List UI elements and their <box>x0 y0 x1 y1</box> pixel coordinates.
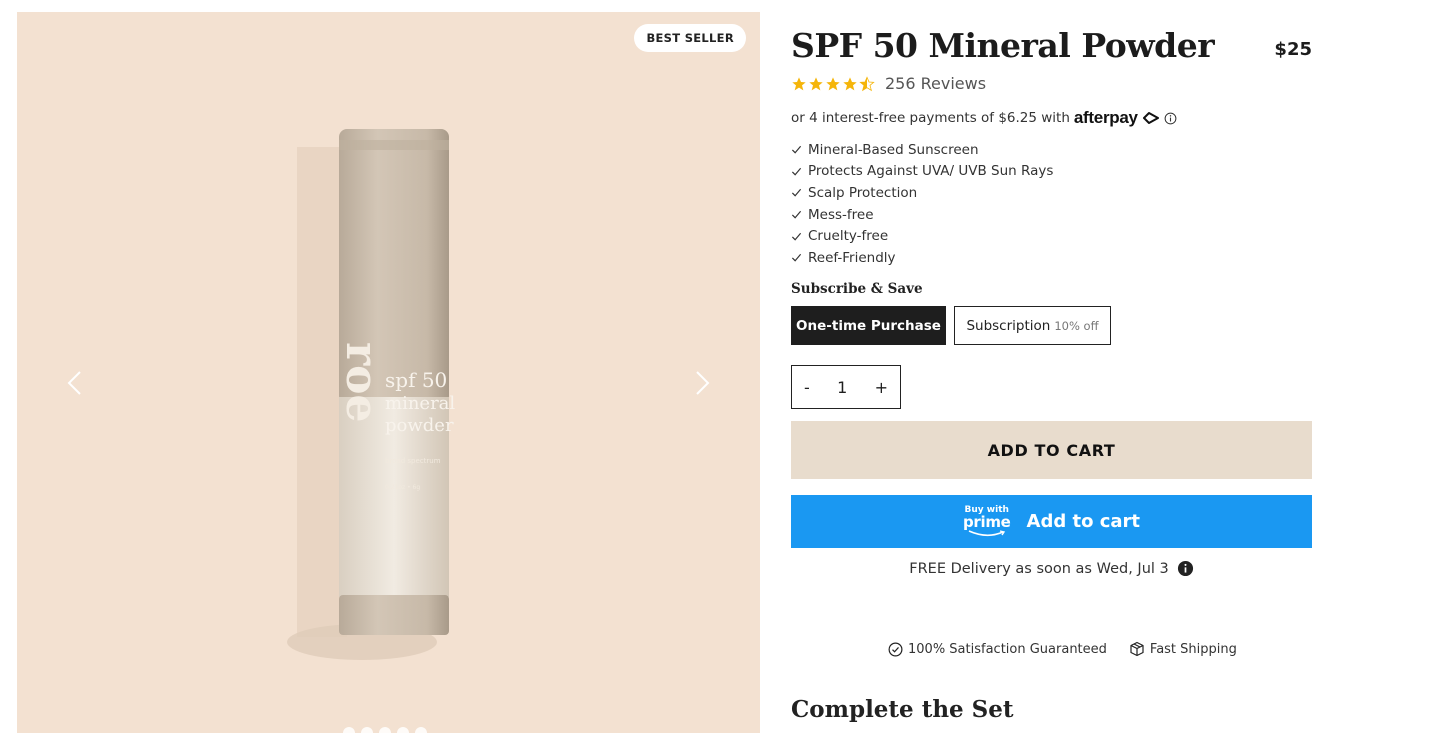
star-icon <box>809 76 823 90</box>
quantity-stepper: - 1 + <box>791 365 901 409</box>
satisfaction-guarantee: 100% Satisfaction Guaranteed <box>888 641 1107 657</box>
satisfaction-text: 100% Satisfaction Guaranteed <box>908 641 1107 657</box>
product-gallery: BEST SELLER roe spf 50 mineral powder br… <box>17 12 760 733</box>
chevron-right-icon[interactable] <box>687 368 717 398</box>
check-icon <box>791 146 802 154</box>
reviews-link[interactable]: 256 Reviews <box>885 74 986 93</box>
shipping-text: Fast Shipping <box>1149 641 1237 657</box>
feature-item: Reef-Friendly <box>791 247 1053 269</box>
carousel-dot[interactable] <box>379 727 391 733</box>
quantity-decrease-button[interactable]: - <box>804 378 810 397</box>
feature-label: Scalp Protection <box>808 184 918 201</box>
delivery-text: FREE Delivery as soon as Wed, Jul 3 <box>909 560 1169 577</box>
check-icon <box>791 189 802 198</box>
tube-line-5: 0.21oz • 6g <box>385 484 420 491</box>
one-time-purchase-option[interactable]: One-time Purchase <box>791 306 946 345</box>
afterpay-line: or 4 interest-free payments of $6.25 wit… <box>791 108 1177 128</box>
subscribe-label: Subscribe & Save <box>791 281 923 297</box>
delivery-estimate: FREE Delivery as soon as Wed, Jul 3 <box>791 560 1312 577</box>
prime-add-to-cart-label: Add to cart <box>1026 511 1141 532</box>
feature-item: Scalp Protection <box>791 182 1053 204</box>
check-icon <box>791 232 802 241</box>
star-icon <box>792 76 806 90</box>
check-icon <box>791 254 802 262</box>
feature-item: Mineral-Based Sunscreen <box>791 139 1053 161</box>
tube-line-3: powder <box>385 415 454 436</box>
quantity-increase-button[interactable]: + <box>875 378 888 397</box>
feature-item: Cruelty-free <box>791 225 1053 247</box>
feature-label: Mess-free <box>808 206 874 223</box>
product-title: SPF 50 Mineral Powder <box>791 26 1215 65</box>
one-time-label: One-time Purchase <box>796 317 941 334</box>
carousel-dots <box>343 727 427 733</box>
subscription-discount: 10% off <box>1054 318 1099 333</box>
carousel-dot[interactable] <box>397 727 409 733</box>
product-image: roe spf 50 mineral powder broad spectrum… <box>287 129 455 660</box>
feature-label: Mineral-Based Sunscreen <box>808 141 979 158</box>
carousel-dot[interactable] <box>361 727 373 733</box>
feature-list: Mineral-Based Sunscreen Protects Against… <box>791 139 1053 269</box>
star-rating <box>791 75 875 92</box>
afterpay-logo: afterpay <box>1073 108 1138 127</box>
afterpay-arrows-icon <box>1142 112 1159 124</box>
add-to-cart-label: ADD TO CART <box>987 440 1116 460</box>
star-icon <box>843 76 857 90</box>
tube-line-2: mineral <box>385 393 455 414</box>
chevron-left-icon[interactable] <box>60 368 90 398</box>
subscription-label: Subscription <box>966 317 1051 334</box>
feature-item: Mess-free <box>791 204 1053 226</box>
check-icon <box>791 210 802 219</box>
feature-label: Protects Against UVA/ UVB Sun Rays <box>808 163 1054 180</box>
tube-line-1: spf 50 <box>385 368 447 392</box>
guarantees: 100% Satisfaction Guaranteed Fast Shippi… <box>888 641 1237 657</box>
add-to-cart-button[interactable]: ADD TO CART <box>791 421 1312 479</box>
prime-smile-icon <box>968 530 1005 537</box>
buy-with-prime-button[interactable]: Buy with prime Add to cart <box>791 495 1312 548</box>
prime-logo: Buy with prime <box>963 506 1011 537</box>
tube-line-4: broad spectrum <box>385 457 441 465</box>
subscription-option[interactable]: Subscription 10% off <box>954 306 1111 345</box>
product-price: $25 <box>1274 39 1312 60</box>
complete-set-heading: Complete the Set <box>791 696 1014 723</box>
feature-item: Protects Against UVA/ UVB Sun Rays <box>791 161 1053 183</box>
best-seller-badge: BEST SELLER <box>634 24 746 52</box>
rating-row[interactable]: 256 Reviews <box>791 74 986 93</box>
check-icon <box>791 167 802 176</box>
carousel-dot[interactable] <box>343 727 355 733</box>
info-icon[interactable] <box>1164 112 1177 125</box>
tube-brand: roe <box>336 342 387 423</box>
info-icon[interactable] <box>1177 560 1194 577</box>
feature-label: Reef-Friendly <box>808 249 896 266</box>
check-circle-icon <box>888 642 903 656</box>
box-icon <box>1130 641 1144 657</box>
afterpay-text: or 4 interest-free payments of $6.25 wit… <box>791 110 1070 126</box>
half-star-icon <box>859 75 875 91</box>
carousel-dot[interactable] <box>415 727 427 733</box>
prime-wordmark: prime <box>962 513 1011 531</box>
feature-label: Cruelty-free <box>808 228 889 245</box>
star-icon <box>826 76 840 90</box>
quantity-value[interactable]: 1 <box>837 378 847 397</box>
fast-shipping: Fast Shipping <box>1129 641 1237 657</box>
